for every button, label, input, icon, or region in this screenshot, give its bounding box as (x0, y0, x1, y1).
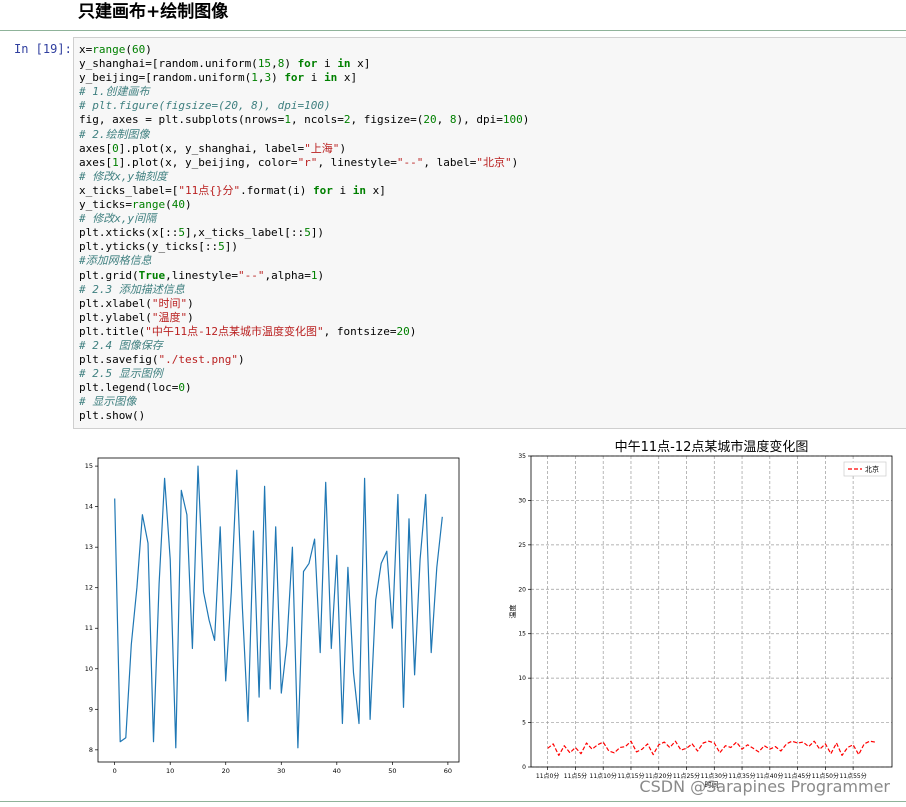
x-tick-label: 20 (222, 767, 230, 775)
section-heading: 只建画布+绘制图像 (78, 2, 229, 22)
code-line: axes[1].plot(x, y_beijing, color="r", li… (79, 155, 519, 169)
code-line: # 2.5 显示图例 (79, 367, 163, 381)
code-line: y_shanghai=[random.uniform(15,8) for i i… (79, 57, 371, 71)
code-line: axes[0].plot(x, y_shanghai, label="上海") (79, 141, 347, 155)
y-tick-label: 11 (85, 624, 93, 632)
chart-left: 0 10 20 30 40 50 60 8 9 10 11 12 13 14 15 (85, 457, 460, 775)
y-tick-label: 10 (518, 675, 526, 682)
legend-label: 北京 (865, 465, 879, 474)
code-line: x=range(60) (79, 43, 152, 56)
code-line: # 修改x,y间隔 (79, 212, 157, 226)
code-line: plt.xlabel("时间") (79, 296, 194, 310)
y-tick-label: 20 (518, 586, 526, 593)
y-tick-label: 9 (89, 705, 93, 713)
code-line: plt.show() (79, 409, 146, 423)
code-line: # 2.3 添加描述信息 (79, 282, 185, 296)
code-cell[interactable]: x=range(60) y_shanghai=[random.uniform(15… (73, 37, 906, 429)
code-line: plt.legend(loc=0) (79, 381, 192, 395)
y-tick-label: 13 (85, 543, 93, 551)
y-tick-label: 10 (85, 665, 93, 673)
x-tick-label: 11点10分 (590, 772, 617, 780)
code-line: plt.yticks(y_ticks[::5]) (79, 240, 238, 254)
y-axis-label: 温度 (508, 605, 517, 619)
x-tick-label: 10 (166, 767, 174, 775)
y-tick-label: 8 (89, 746, 93, 754)
y-tick-label: 35 (518, 453, 526, 460)
x-tick-label: 0 (113, 767, 117, 775)
code-line: plt.title("中午11点-12点某城市温度变化图", fontsize=… (79, 324, 417, 338)
code-line: x_ticks_label=["11点{}分".format(i) for i … (79, 183, 386, 197)
cell-divider-top (0, 30, 906, 31)
code-editor[interactable]: x=range(60) y_shanghai=[random.uniform(15… (79, 43, 529, 424)
y-tick-label: 5 (522, 720, 526, 727)
chart-right: 11点0分 11点5分 11点10分 11点15分 11点20分 11点25分 11点30分… (508, 439, 893, 789)
x-tick-label: 11点0分 (536, 772, 559, 780)
x-tick-label: 11点5分 (564, 772, 587, 780)
y-tick-label: 15 (85, 462, 93, 470)
code-line: plt.xticks(x[::5],x_ticks_label[::5]) (79, 226, 325, 240)
code-line: plt.savefig("./test.png") (79, 353, 245, 367)
output-area: 0 10 20 30 40 50 60 8 9 10 11 12 13 14 15 11点0分 11点5分 11… (73, 432, 906, 800)
code-line: # 2.绘制图像 (79, 127, 150, 141)
y-tick-label: 15 (518, 631, 526, 638)
input-prompt: In [19]: (14, 42, 72, 56)
code-line: #添加网格信息 (79, 254, 152, 268)
y-tick-label: 30 (518, 497, 526, 504)
chart-title: 中午11点-12点某城市温度变化图 (615, 439, 809, 455)
code-line: y_ticks=range(40) (79, 198, 192, 212)
axes-frame (530, 455, 893, 768)
code-line: fig, axes = plt.subplots(nrows=1, ncols=… (79, 113, 530, 127)
series-line (114, 465, 443, 749)
code-line: # 2.4 图像保存 (79, 338, 163, 352)
code-line: # plt.figure(figsize=(20, 8), dpi=100) (79, 99, 331, 113)
y-tick-label: 12 (85, 584, 93, 592)
x-tick-label: 40 (333, 767, 341, 775)
y-tick-label: 14 (85, 503, 93, 511)
code-line: plt.ylabel("温度") (79, 310, 194, 324)
series-line (547, 740, 876, 756)
x-tick-label: 30 (277, 767, 285, 775)
x-tick-label: 50 (388, 767, 396, 775)
code-line: # 显示图像 (79, 395, 137, 409)
y-tick-label: 25 (518, 542, 526, 549)
cell-divider-bottom (0, 801, 906, 802)
x-tick-label: 60 (444, 767, 452, 775)
y-tick-label: 0 (522, 764, 526, 771)
code-line: plt.grid(True,linestyle="--",alpha=1) (79, 268, 325, 282)
code-line: y_beijing=[random.uniform(1,3) for i in … (79, 71, 358, 85)
code-line: # 修改x,y轴刻度 (79, 169, 168, 183)
code-line: # 1.创建画布 (79, 85, 150, 99)
watermark: CSDN @Sarapines Programmer (639, 777, 890, 796)
